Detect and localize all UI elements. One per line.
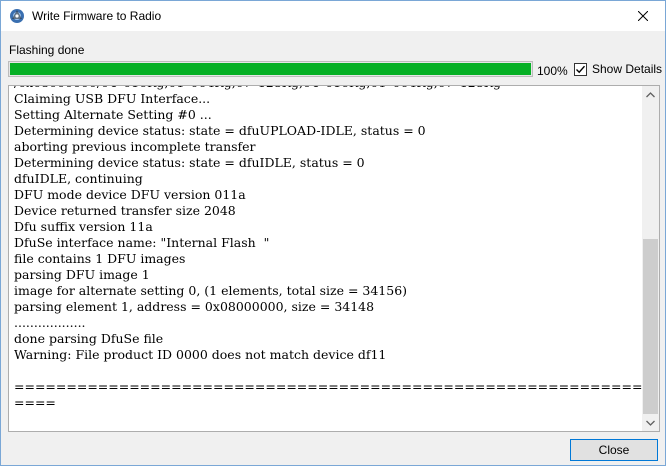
log-line: parsing DFU image 1 <box>14 267 150 282</box>
show-details-label: Show Details <box>592 62 663 76</box>
log-line: Setting Alternate Setting #0 ... <box>14 107 212 122</box>
log-line: Determining device status: state = dfuUP… <box>14 123 426 138</box>
chevron-down-icon[interactable] <box>642 414 659 431</box>
checkmark-icon <box>576 65 586 73</box>
log-line: DFU mode device DFU version 011a <box>14 187 246 202</box>
log-line: Device returned transfer size 2048 <box>14 203 236 218</box>
title-bar[interactable]: Write Firmware to Radio <box>1 1 665 31</box>
progress-percent: 100% <box>537 64 568 78</box>
vertical-scrollbar[interactable] <box>642 86 659 431</box>
log-output[interactable]: /0x08000000/04*016Kg,01*064Kg,07*128Kg,0… <box>8 85 660 432</box>
progress-fill <box>10 63 531 75</box>
log-line: dfuIDLE, continuing <box>14 171 143 186</box>
log-line: Determining device status: state = dfuID… <box>14 155 365 170</box>
log-line: file contains 1 DFU images <box>14 251 186 266</box>
log-line: image for alternate setting 0, (1 elemen… <box>14 283 408 298</box>
dialog-window: Write Firmware to Radio Flashing done 10… <box>0 0 666 466</box>
close-button[interactable]: Close <box>570 439 658 461</box>
window-title: Write Firmware to Radio <box>32 9 162 23</box>
close-icon[interactable] <box>620 1 665 31</box>
log-text: /0x08000000/04*016Kg,01*064Kg,07*128Kg,0… <box>14 86 660 411</box>
log-line: DfuSe interface name: "Internal Flash " <box>14 235 270 250</box>
log-line: ==== <box>14 395 56 410</box>
log-line: done parsing DfuSe file <box>14 331 164 346</box>
log-line: Dfu suffix version 11a <box>14 219 153 234</box>
checkbox-box[interactable] <box>574 62 587 76</box>
log-line: Warning: File product ID 0000 does not m… <box>14 347 387 362</box>
show-details-checkbox[interactable]: Show Details <box>574 62 662 76</box>
progress-bar <box>8 61 533 77</box>
scrollbar-thumb[interactable] <box>643 239 658 414</box>
radio-app-icon <box>9 8 25 24</box>
log-line: .................. <box>14 315 86 330</box>
log-line: aborting previous incomplete transfer <box>14 139 256 154</box>
status-label: Flashing done <box>9 43 85 57</box>
chevron-up-icon[interactable] <box>642 86 659 103</box>
log-line: parsing element 1, address = 0x08000000,… <box>14 299 375 314</box>
log-line: Claiming USB DFU Interface... <box>14 91 211 106</box>
log-line: ========================================… <box>14 379 660 394</box>
